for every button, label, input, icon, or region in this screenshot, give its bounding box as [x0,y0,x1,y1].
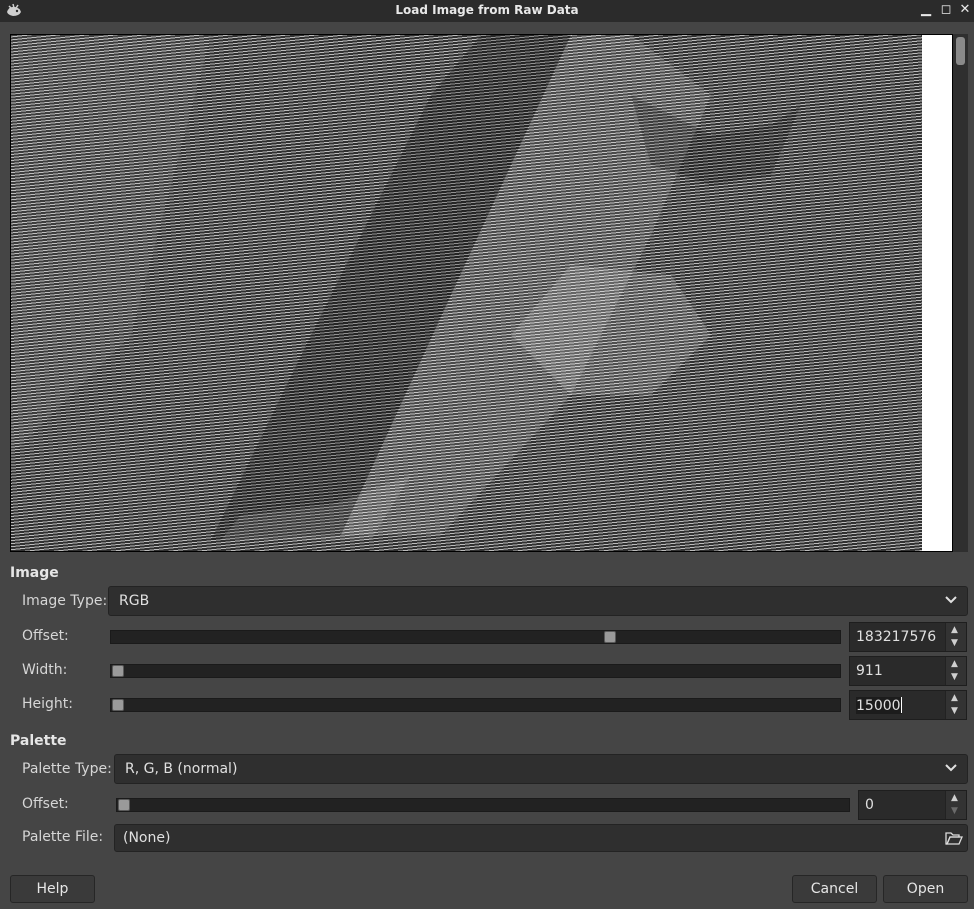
scrollbar-thumb[interactable] [956,37,965,65]
image-width-stepper[interactable]: ▲ ▼ [945,657,966,685]
image-height-stepper[interactable]: ▲ ▼ [945,691,966,719]
image-offset-stepper[interactable]: ▲ ▼ [945,623,966,651]
image-height-label: Height: [22,696,73,712]
palette-type-label: Palette Type: [22,761,112,777]
palette-offset-value: 0 [865,797,874,813]
title-bar: Load Image from Raw Data ▁ ◻ ✕ [0,0,974,22]
image-preview-panel [10,34,968,552]
image-type-label: Image Type: [22,593,108,609]
palette-type-value: R, G, B (normal) [125,761,238,777]
help-button[interactable]: Help [10,875,95,903]
image-type-value: RGB [119,593,150,609]
image-offset-value: 183217576 [856,629,937,645]
image-type-dropdown[interactable]: RGB [108,586,968,616]
palette-offset-slider[interactable] [116,798,850,812]
preview-blank-area [922,35,952,551]
close-icon[interactable]: ✕ [957,2,973,18]
cancel-button[interactable]: Cancel [792,875,877,903]
minimize-icon[interactable]: ▁ [918,2,934,18]
image-offset-slider[interactable] [110,630,841,644]
image-width-label: Width: [22,662,68,678]
image-offset-label: Offset: [22,628,69,644]
increment-icon[interactable]: ▲ [951,794,958,803]
image-height-spinbox[interactable]: 15000 ▲ ▼ [849,690,967,720]
increment-icon[interactable]: ▲ [951,626,958,635]
decrement-icon[interactable]: ▼ [951,673,958,682]
palette-file-label: Palette File: [22,829,104,845]
preview-scrollbar[interactable] [953,34,968,552]
open-button[interactable]: Open [883,875,968,903]
decrement-icon[interactable]: ▼ [951,639,958,648]
text-caret [900,697,902,713]
image-width-value: 911 [856,663,883,679]
image-section-heading: Image [10,565,59,581]
palette-offset-label: Offset: [22,796,69,812]
palette-type-dropdown[interactable]: R, G, B (normal) [114,754,968,784]
increment-icon[interactable]: ▲ [951,694,958,703]
palette-offset-slider-handle[interactable] [118,799,130,811]
increment-icon[interactable]: ▲ [951,660,958,669]
raw-image-preview [11,35,922,551]
folder-open-icon [945,832,963,845]
maximize-icon[interactable]: ◻ [938,2,954,18]
image-height-slider-handle[interactable] [112,699,124,711]
decrement-icon[interactable]: ▼ [951,707,958,716]
window-title: Load Image from Raw Data [395,3,579,17]
chevron-down-icon [945,596,957,604]
image-width-spinbox[interactable]: 911 ▲ ▼ [849,656,967,686]
palette-file-value: (None) [123,830,171,846]
image-offset-spinbox[interactable]: 183217576 ▲ ▼ [849,622,967,652]
image-height-slider[interactable] [110,698,841,712]
image-width-slider[interactable] [110,664,841,678]
palette-file-chooser[interactable]: (None) [114,824,968,852]
chevron-down-icon [945,764,957,772]
palette-offset-spinbox[interactable]: 0 ▲ ▼ [858,790,967,820]
decrement-icon[interactable]: ▼ [951,807,958,816]
palette-section-heading: Palette [10,733,67,749]
image-height-value: 15000 [856,697,902,714]
image-width-slider-handle[interactable] [112,665,124,677]
palette-offset-stepper[interactable]: ▲ ▼ [945,791,966,819]
image-offset-slider-handle[interactable] [604,631,616,643]
